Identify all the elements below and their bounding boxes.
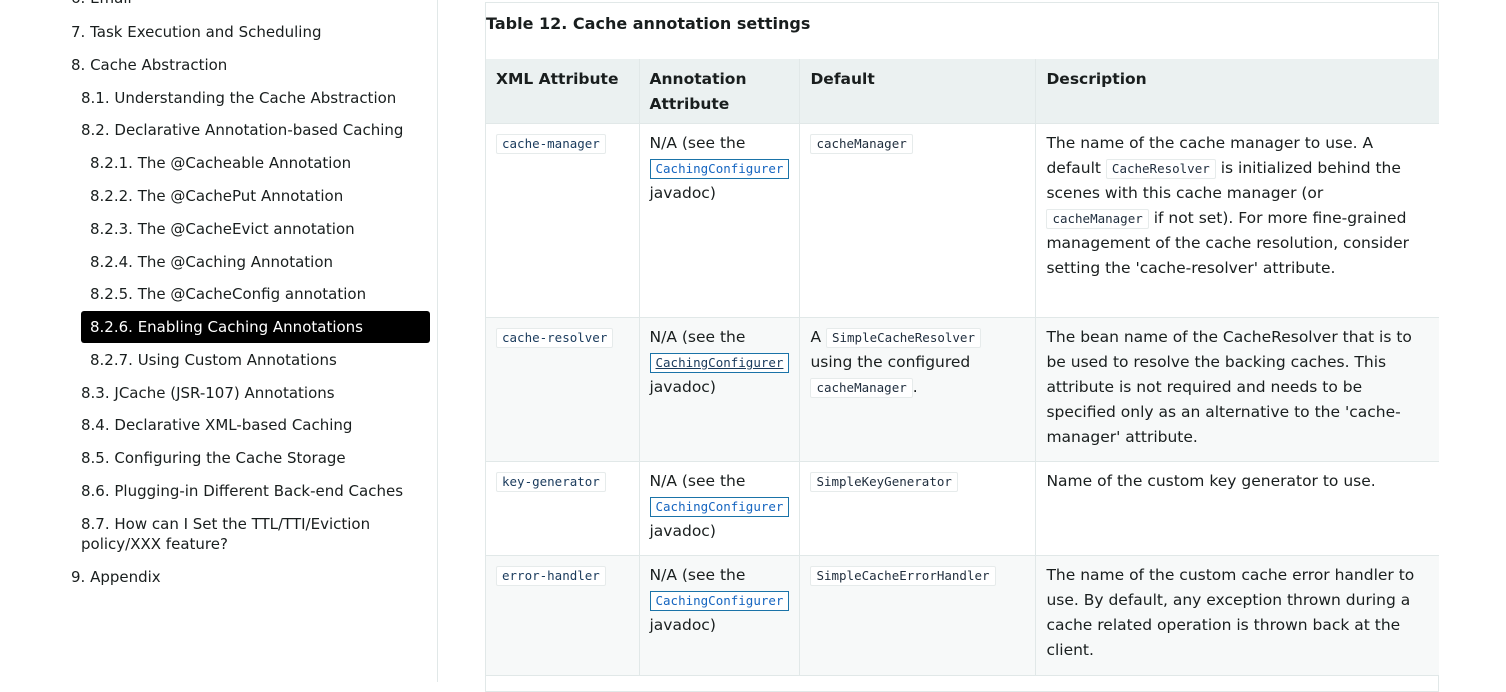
table-header-row: XML Attribute Annotation Attribute Defau…	[486, 59, 1439, 124]
annotation-text: N/A (see the	[649, 328, 746, 346]
cell-xml: error-handler	[486, 555, 640, 676]
cell-annotation: N/A (see the CachingConfigurer javadoc)	[639, 317, 801, 462]
toc-item-custom-annotations[interactable]: 8.2.7. Using Custom Annotations	[90, 350, 337, 370]
cell-xml: cache-resolver	[486, 317, 640, 462]
toc-item-cacheconfig[interactable]: 8.2.5. The @CacheConfig annotation	[90, 284, 366, 304]
description-text: Name of the custom key generator to use.	[1046, 472, 1376, 490]
default-text: A	[810, 328, 822, 346]
sidebar-toc: 6. Email 7. Task Execution and Schedulin…	[0, 0, 438, 682]
table-row: cache-manager N/A (see the CachingConfig…	[486, 123, 1439, 318]
cell-description: The name of the custom cache error handl…	[1035, 555, 1439, 676]
cell-xml: key-generator	[486, 461, 640, 556]
default-text: .	[912, 378, 918, 396]
toc-item-task-execution[interactable]: 7. Task Execution and Scheduling	[71, 22, 321, 42]
toc-item-cache-storage[interactable]: 8.5. Configuring the Cache Storage	[81, 448, 346, 468]
cell-annotation: N/A (see the CachingConfigurer javadoc)	[639, 123, 801, 318]
toc-item-declarative-annotation[interactable]: 8.2. Declarative Annotation-based Cachin…	[81, 120, 403, 140]
table-caption: Table 12. Cache annotation settings	[486, 14, 811, 33]
toc-item-cacheevict[interactable]: 8.2.3. The @CacheEvict annotation	[90, 219, 355, 239]
table-row: key-generator N/A (see the CachingConfig…	[486, 461, 1439, 556]
caching-configurer-link[interactable]: CachingConfigurer	[649, 159, 790, 179]
default-code: SimpleCacheErrorHandler	[810, 566, 996, 586]
header-xml-attribute: XML Attribute	[486, 59, 640, 124]
caching-configurer-link[interactable]: CachingConfigurer	[649, 591, 790, 611]
cell-xml: cache-manager	[486, 123, 640, 318]
cell-default: A SimpleCacheResolver using the configur…	[799, 317, 1037, 462]
table-row: error-handler N/A (see the CachingConfig…	[486, 555, 1439, 676]
toc-item-cacheput[interactable]: 8.2.2. The @CachePut Annotation	[90, 186, 343, 206]
toc-item-email[interactable]: 6. Email	[71, 0, 132, 8]
xml-attribute-code: error-handler	[496, 566, 606, 586]
toc-item-jcache[interactable]: 8.3. JCache (JSR-107) Annotations	[81, 383, 335, 403]
annotation-text: N/A (see the	[649, 472, 746, 490]
annotation-text-post: javadoc)	[649, 522, 716, 540]
xml-attribute-code: key-generator	[496, 472, 606, 492]
cell-default: cacheManager	[799, 123, 1037, 318]
description-code: CacheResolver	[1105, 159, 1216, 179]
annotation-text-post: javadoc)	[649, 184, 716, 202]
toc-item-backend-caches[interactable]: 8.6. Plugging-in Different Back-end Cach…	[81, 481, 403, 501]
toc-item-understanding[interactable]: 8.1. Understanding the Cache Abstraction	[81, 88, 396, 108]
toc-item-cache-abstraction[interactable]: 8. Cache Abstraction	[71, 55, 227, 75]
table-row: cache-resolver N/A (see the CachingConfi…	[486, 317, 1439, 462]
toc-item-ttl[interactable]: 8.7. How can I Set the TTL/TTI/Eviction …	[81, 514, 411, 554]
annotation-text: N/A (see the	[649, 566, 746, 584]
toc-item-cacheable[interactable]: 8.2.1. The @Cacheable Annotation	[90, 153, 351, 173]
toc-item-declarative-xml[interactable]: 8.4. Declarative XML-based Caching	[81, 415, 352, 435]
default-code: cacheManager	[810, 134, 913, 154]
cell-description: Name of the custom key generator to use.	[1035, 461, 1439, 556]
xml-attribute-code: cache-manager	[496, 134, 606, 154]
cell-annotation: N/A (see the CachingConfigurer javadoc)	[639, 555, 801, 676]
description-code: cacheManager	[1046, 209, 1149, 229]
xml-attribute-code: cache-resolver	[496, 328, 614, 348]
cell-default: SimpleCacheErrorHandler	[799, 555, 1037, 676]
default-code: SimpleKeyGenerator	[810, 472, 958, 492]
caching-configurer-link[interactable]: CachingConfigurer	[649, 353, 790, 373]
description-text: The name of the custom cache error handl…	[1046, 566, 1415, 659]
cell-default: SimpleKeyGenerator	[799, 461, 1037, 556]
caching-configurer-link[interactable]: CachingConfigurer	[649, 497, 790, 517]
header-annotation-attribute: Annotation Attribute	[639, 59, 801, 124]
table-container: Table 12. Cache annotation settings XML …	[485, 2, 1439, 692]
default-code: cacheManager	[810, 378, 913, 398]
description-text: The bean name of the CacheResolver that …	[1046, 328, 1412, 446]
toc-item-caching[interactable]: 8.2.4. The @Caching Annotation	[90, 252, 333, 272]
cell-description: The name of the cache manager to use. A …	[1035, 123, 1439, 318]
cell-description: The bean name of the CacheResolver that …	[1035, 317, 1439, 462]
annotation-text-post: javadoc)	[649, 616, 716, 634]
annotation-text-post: javadoc)	[649, 378, 716, 396]
default-text: using the configured	[810, 353, 971, 371]
default-code: SimpleCacheResolver	[825, 328, 981, 348]
cache-settings-table: XML Attribute Annotation Attribute Defau…	[486, 59, 1439, 676]
header-default: Default	[799, 59, 1037, 124]
cell-annotation: N/A (see the CachingConfigurer javadoc)	[639, 461, 801, 556]
toc-item-appendix[interactable]: 9. Appendix	[71, 567, 161, 587]
header-description: Description	[1035, 59, 1439, 124]
annotation-text: N/A (see the	[649, 134, 746, 152]
toc-item-enabling-caching-active[interactable]: 8.2.6. Enabling Caching Annotations	[81, 311, 430, 343]
